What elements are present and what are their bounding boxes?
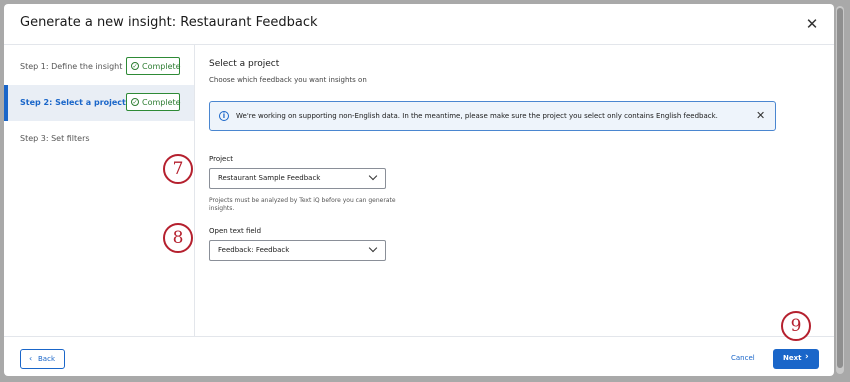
scrollbar-thumb[interactable] bbox=[837, 8, 843, 368]
insight-dialog: Generate a new insight: Restaurant Feedb… bbox=[4, 4, 834, 376]
check-circle-icon: ✓ bbox=[131, 98, 139, 106]
check-circle-icon: ✓ bbox=[131, 62, 139, 70]
dialog-header: Generate a new insight: Restaurant Feedb… bbox=[4, 4, 834, 45]
dialog-title: Generate a new insight: Restaurant Feedb… bbox=[20, 15, 318, 30]
callout-marker-9: 9 bbox=[781, 311, 811, 341]
step-label: Step 1: Define the insight bbox=[20, 62, 123, 71]
step-select-project[interactable]: Step 2: Select a project ✓ Complete bbox=[4, 85, 194, 121]
chevron-down-icon bbox=[368, 171, 378, 181]
chevron-right-icon: › bbox=[805, 352, 809, 362]
badge-label: Complete bbox=[142, 62, 181, 71]
callout-marker-8: 8 bbox=[163, 223, 193, 253]
step-set-filters[interactable]: Step 3: Set filters bbox=[4, 121, 194, 157]
info-notice: i We're working on supporting non-Englis… bbox=[209, 101, 776, 131]
scrollbar[interactable] bbox=[836, 6, 844, 374]
chevron-left-icon: ‹ bbox=[29, 354, 33, 363]
step-label: Step 2: Select a project bbox=[20, 98, 126, 107]
project-label: Project bbox=[209, 155, 233, 163]
section-title: Select a project bbox=[209, 59, 280, 69]
step-define-insight[interactable]: Step 1: Define the insight ✓ Complete bbox=[4, 49, 194, 85]
close-icon[interactable]: ✕ bbox=[804, 16, 820, 32]
chevron-down-icon bbox=[368, 243, 378, 253]
open-text-label: Open text field bbox=[209, 227, 262, 235]
info-icon: i bbox=[219, 111, 229, 121]
project-value: Restaurant Sample Feedback bbox=[218, 174, 321, 182]
section-subtitle: Choose which feedback you want insights … bbox=[209, 76, 367, 84]
notice-message: We're working on supporting non-English … bbox=[236, 112, 718, 120]
complete-badge: ✓ Complete bbox=[126, 57, 181, 75]
next-label: Next bbox=[783, 354, 802, 362]
notice-close-icon[interactable]: ✕ bbox=[756, 109, 765, 122]
steps-sidebar: Step 1: Define the insight ✓ Complete St… bbox=[4, 45, 195, 336]
open-text-dropdown[interactable]: Feedback: Feedback bbox=[209, 240, 386, 261]
back-label: Back bbox=[38, 355, 55, 363]
back-button[interactable]: ‹ Back bbox=[20, 349, 65, 369]
open-text-value: Feedback: Feedback bbox=[218, 246, 290, 254]
cancel-button[interactable]: Cancel bbox=[731, 354, 755, 362]
step-label: Step 3: Set filters bbox=[20, 134, 90, 143]
dialog-footer: ‹ Back Cancel Next › bbox=[4, 336, 834, 376]
callout-marker-7: 7 bbox=[163, 154, 193, 184]
next-button[interactable]: Next › bbox=[773, 349, 819, 369]
complete-badge: ✓ Complete bbox=[126, 93, 181, 111]
badge-label: Complete bbox=[142, 98, 181, 107]
project-dropdown[interactable]: Restaurant Sample Feedback bbox=[209, 168, 386, 189]
project-help-text: Projects must be analyzed by Text iQ bef… bbox=[209, 197, 396, 212]
